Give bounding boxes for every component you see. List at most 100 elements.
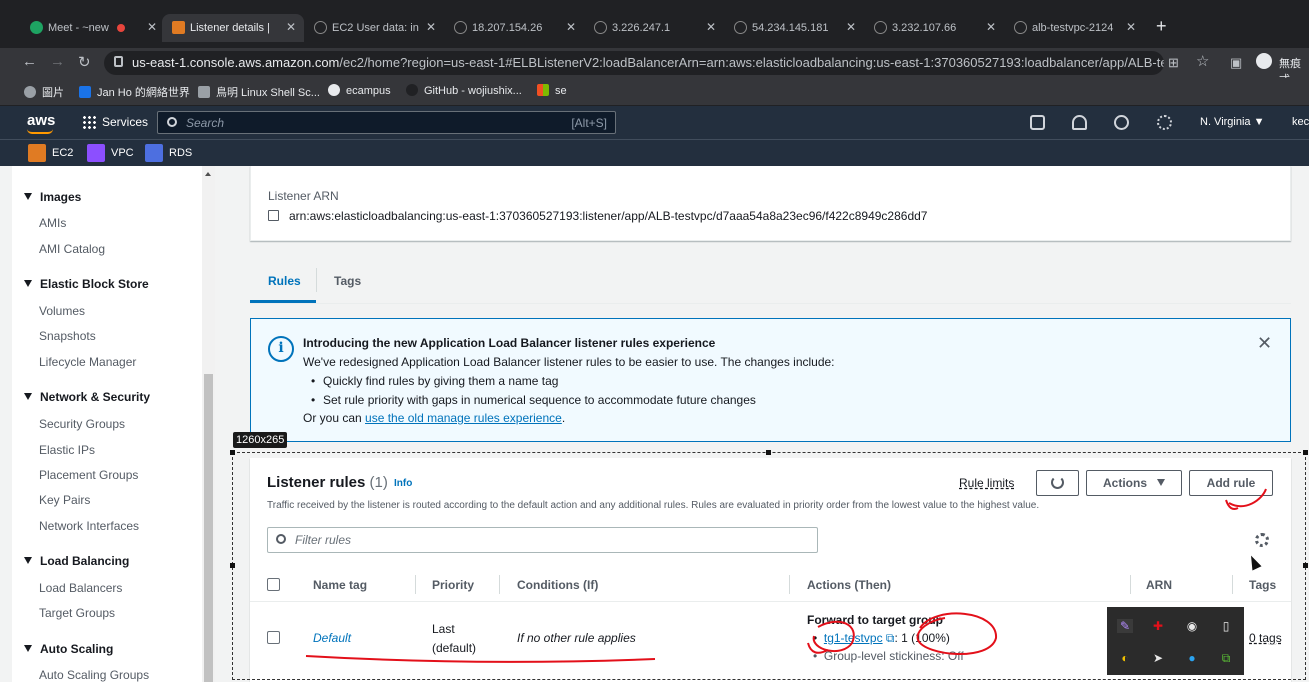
reload-icon[interactable]: ↻ <box>78 53 91 71</box>
rule-tags-link[interactable]: 0 tags <box>1249 631 1282 645</box>
shield-icon[interactable]: ✚ <box>1150 619 1166 633</box>
refresh-button[interactable] <box>1036 470 1079 496</box>
account-menu[interactable]: kec <box>1292 116 1309 128</box>
bookmark-item[interactable]: ecampus <box>328 84 391 97</box>
sidebar-section-network-security[interactable]: Network & Security <box>24 390 150 404</box>
bookmark-item[interactable]: Jan Ho 的網絡世界 <box>79 84 190 100</box>
sidebar-item-target-groups[interactable]: Target Groups <box>39 606 115 620</box>
sidebar-item-lifecycle-manager[interactable]: Lifecycle Manager <box>39 355 136 369</box>
column-header-arn[interactable]: ARN <box>1146 578 1172 592</box>
forward-arrow-icon[interactable]: → <box>50 53 65 70</box>
scrollbar-thumb[interactable] <box>204 374 213 682</box>
add-rule-button[interactable]: Add rule <box>1189 470 1273 496</box>
column-header-actions[interactable]: Actions (Then) <box>807 578 891 592</box>
settings-gear-icon[interactable] <box>1157 115 1172 130</box>
browser-tab-ip-4[interactable]: 3.232.107.66 ✕ <box>864 14 1004 42</box>
browser-tab-listener-details[interactable]: Listener details | ✕ <box>162 14 304 42</box>
scroll-up-arrow-icon[interactable] <box>205 172 211 176</box>
cloudshell-icon[interactable] <box>1030 115 1045 130</box>
rule-name-link[interactable]: Default <box>313 631 351 645</box>
sidebar-item-elastic-ips[interactable]: Elastic IPs <box>39 443 95 457</box>
column-divider[interactable] <box>499 575 500 594</box>
actions-button[interactable]: Actions <box>1086 470 1182 496</box>
column-header-tags[interactable]: Tags <box>1249 578 1276 592</box>
translate-icon[interactable]: ⊞ <box>1168 55 1179 71</box>
browser-tab-ip-1[interactable]: 18.207.154.26 ✕ <box>444 14 584 42</box>
record-icon[interactable]: ◉ <box>1184 619 1200 633</box>
sidebar-item-placement-groups[interactable]: Placement Groups <box>39 468 138 482</box>
window-icon[interactable]: ⧉ <box>1218 651 1234 665</box>
sidebar-section-load-balancing[interactable]: Load Balancing <box>24 554 129 568</box>
browser-tab-ip-2[interactable]: 3.226.247.1 ✕ <box>584 14 724 42</box>
sidebar-item-ami-catalog[interactable]: AMI Catalog <box>39 242 105 256</box>
copy-icon[interactable] <box>268 210 279 221</box>
region-selector[interactable]: N. Virginia ▼ <box>1200 116 1265 128</box>
app-icon[interactable]: ◐ <box>1117 651 1133 665</box>
column-divider[interactable] <box>1130 575 1131 594</box>
tab-rules[interactable]: Rules <box>268 274 301 288</box>
filter-rules-input[interactable]: Filter rules <box>267 527 818 553</box>
search-input[interactable]: Search [Alt+S] <box>157 111 616 134</box>
column-divider[interactable] <box>1232 575 1233 594</box>
sidebar-scrollbar[interactable] <box>202 166 215 682</box>
close-tab-icon[interactable]: ✕ <box>566 20 576 34</box>
selection-handle[interactable] <box>1303 563 1308 568</box>
incognito-avatar-icon[interactable] <box>1256 53 1272 69</box>
back-arrow-icon[interactable]: ← <box>22 53 37 70</box>
column-header-priority[interactable]: Priority <box>432 578 474 592</box>
close-tab-icon[interactable]: ✕ <box>846 20 856 34</box>
usb-icon[interactable]: ▯ <box>1218 619 1234 633</box>
send-icon[interactable]: ➤ <box>1150 651 1166 665</box>
favorite-rds[interactable]: RDS <box>145 144 192 162</box>
row-checkbox[interactable] <box>267 631 280 644</box>
browser-tab-meet[interactable]: Meet - ~new ✕ <box>20 14 165 42</box>
bell-icon[interactable] <box>1072 115 1087 130</box>
target-group-link[interactable]: tg1-testvpc <box>824 631 883 645</box>
favorite-ec2[interactable]: EC2 <box>28 144 73 162</box>
services-menu[interactable]: Services <box>82 115 148 129</box>
close-icon[interactable]: ✕ <box>1257 333 1272 354</box>
browser-tab-ip-3[interactable]: 54.234.145.181 ✕ <box>724 14 864 42</box>
favorite-vpc[interactable]: VPC <box>87 144 134 162</box>
bookmark-star-icon[interactable]: ☆ <box>1196 52 1209 70</box>
selection-handle[interactable] <box>230 450 235 455</box>
sidebar-item-key-pairs[interactable]: Key Pairs <box>39 493 90 507</box>
side-panel-icon[interactable]: ▣ <box>1230 55 1242 71</box>
sidebar-section-ebs[interactable]: Elastic Block Store <box>24 277 149 291</box>
sidebar-item-amis[interactable]: AMIs <box>39 216 66 230</box>
edge-browser-icon[interactable]: ● <box>1184 651 1200 665</box>
sidebar-item-snapshots[interactable]: Snapshots <box>39 329 96 343</box>
sidebar-item-auto-scaling-groups[interactable]: Auto Scaling Groups <box>39 668 149 682</box>
column-divider[interactable] <box>789 575 790 594</box>
close-tab-icon[interactable]: ✕ <box>706 20 716 34</box>
sidebar-item-security-groups[interactable]: Security Groups <box>39 417 125 431</box>
select-all-checkbox[interactable] <box>267 578 280 591</box>
sidebar-item-volumes[interactable]: Volumes <box>39 304 85 318</box>
bookmark-item[interactable]: se <box>537 84 567 97</box>
column-header-conditions[interactable]: Conditions (If) <box>517 578 598 592</box>
close-tab-icon[interactable]: ✕ <box>286 20 296 34</box>
rule-limits-link[interactable]: Rule limits <box>959 476 1014 490</box>
sidebar-item-load-balancers[interactable]: Load Balancers <box>39 581 122 595</box>
tab-tags[interactable]: Tags <box>334 274 361 288</box>
selection-handle[interactable] <box>1303 450 1308 455</box>
pen-tool-icon[interactable]: ✎ <box>1117 619 1133 633</box>
table-preferences-gear-icon[interactable] <box>1255 533 1269 547</box>
address-bar[interactable]: us-east-1.console.aws.amazon.com/ec2/hom… <box>104 51 1164 75</box>
close-tab-icon[interactable]: ✕ <box>1126 20 1136 34</box>
help-icon[interactable] <box>1114 115 1129 130</box>
close-tab-icon[interactable]: ✕ <box>426 20 436 34</box>
close-tab-icon[interactable]: ✕ <box>986 20 996 34</box>
selection-handle[interactable] <box>230 563 235 568</box>
close-tab-icon[interactable]: ✕ <box>147 20 157 34</box>
sidebar-item-network-interfaces[interactable]: Network Interfaces <box>39 519 139 533</box>
column-header-name-tag[interactable]: Name tag <box>313 578 367 592</box>
new-tab-button[interactable]: + <box>1156 16 1167 37</box>
selection-handle[interactable] <box>766 450 771 455</box>
bookmark-item[interactable]: 圖片 <box>24 84 64 100</box>
bookmark-item[interactable]: GitHub - wojiushix... <box>406 84 522 97</box>
bookmark-item[interactable]: 鳥明 Linux Shell Sc... <box>198 84 320 100</box>
sidebar-section-images[interactable]: Images <box>24 190 81 204</box>
aws-logo[interactable]: aws <box>27 112 55 134</box>
column-divider[interactable] <box>415 575 416 594</box>
